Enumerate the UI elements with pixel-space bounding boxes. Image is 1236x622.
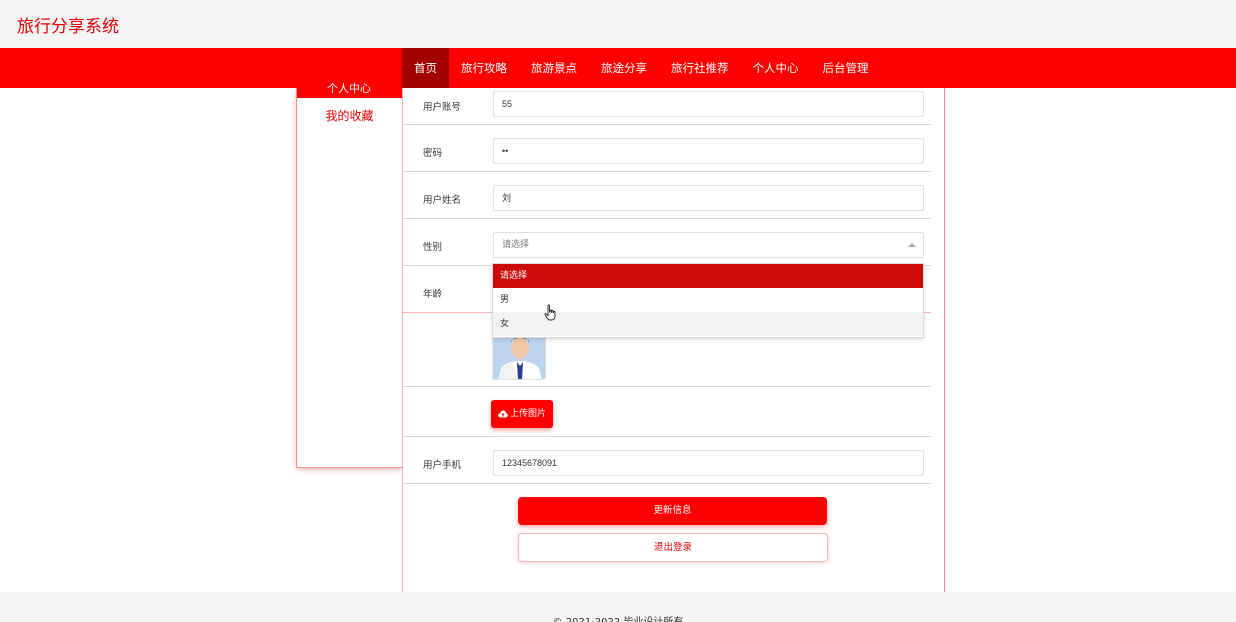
- upload-image-button[interactable]: 上传图片: [491, 400, 553, 428]
- form-row-account: 用户账号 55: [403, 88, 931, 125]
- dropdown-option[interactable]: 请选择: [493, 264, 923, 288]
- nav-item-label: 后台管理: [822, 61, 869, 75]
- copyright-text: © 2021-2022 毕业设计所有: [0, 613, 1236, 622]
- name-input[interactable]: 刘: [493, 185, 924, 211]
- nav-item-personal-center[interactable]: 个人中心: [741, 48, 811, 88]
- nav-item-home[interactable]: 首页: [402, 48, 449, 88]
- caret-up-icon: [908, 243, 916, 247]
- password-label: 密码: [423, 148, 443, 159]
- nav-item-travel-guides[interactable]: 旅行攻略: [449, 48, 519, 88]
- gender-label: 性别: [423, 242, 443, 253]
- account-input[interactable]: 55: [493, 91, 924, 117]
- gender-select[interactable]: 请选择: [493, 232, 924, 258]
- gender-select-value: 请选择: [502, 240, 530, 250]
- form-row-password: 密码 ••: [403, 125, 931, 172]
- name-label: 用户姓名: [423, 195, 462, 206]
- account-label: 用户账号: [423, 102, 462, 113]
- phone-label: 用户手机: [423, 460, 462, 471]
- form-row-name: 用户姓名 刘: [403, 172, 931, 219]
- nav-item-label: 个人中心: [752, 61, 799, 75]
- sidebar-item-label: 个人中心: [327, 82, 371, 95]
- phone-input[interactable]: 12345678091: [493, 450, 924, 476]
- nav-item-agency-recommend[interactable]: 旅行社推荐: [659, 48, 741, 88]
- nav-item-admin[interactable]: 后台管理: [811, 48, 881, 88]
- hand-pointer-icon: [544, 304, 556, 321]
- gender-dropdown: 请选择 男 女: [492, 263, 924, 338]
- nav-item-label: 旅途分享: [601, 61, 647, 75]
- cloud-upload-icon: [498, 410, 508, 418]
- form-row-gender: 性别 请选择: [403, 219, 931, 266]
- nav-item-label: 旅游景点: [531, 61, 577, 75]
- nav-item-label: 首页: [414, 61, 437, 75]
- upload-button-label: 上传图片: [509, 409, 546, 419]
- form-row-phone: 用户手机 12345678091: [403, 437, 931, 484]
- age-label: 年龄: [423, 289, 443, 300]
- nav-item-travel-sharing[interactable]: 旅途分享: [589, 48, 659, 88]
- nav-items: 首页 旅行攻略 旅游景点 旅途分享 旅行社推荐 个人中心 后台管理: [402, 48, 881, 88]
- nav-item-scenic-spots[interactable]: 旅游景点: [519, 48, 589, 88]
- sidebar-item-personal-center[interactable]: 个人中心: [297, 82, 402, 98]
- update-info-button[interactable]: 更新信息: [518, 497, 827, 525]
- sidebar-menu: 个人中心 我的收藏: [296, 82, 402, 468]
- password-input[interactable]: ••: [493, 138, 924, 164]
- nav-item-label: 旅行攻略: [461, 61, 507, 75]
- footer: © 2021-2022 毕业设计所有: [0, 592, 1236, 622]
- site-title[interactable]: 旅行分享系统: [17, 12, 119, 37]
- sidebar-item-favorites[interactable]: 我的收藏: [297, 107, 402, 124]
- top-header: 旅行分享系统: [0, 0, 1236, 48]
- form-row-upload: [403, 387, 931, 437]
- nav-item-label: 旅行社推荐: [671, 61, 729, 75]
- main-nav: 首页 旅行攻略 旅游景点 旅途分享 旅行社推荐 个人中心 后台管理: [0, 48, 1236, 88]
- logout-button[interactable]: 退出登录: [518, 533, 828, 562]
